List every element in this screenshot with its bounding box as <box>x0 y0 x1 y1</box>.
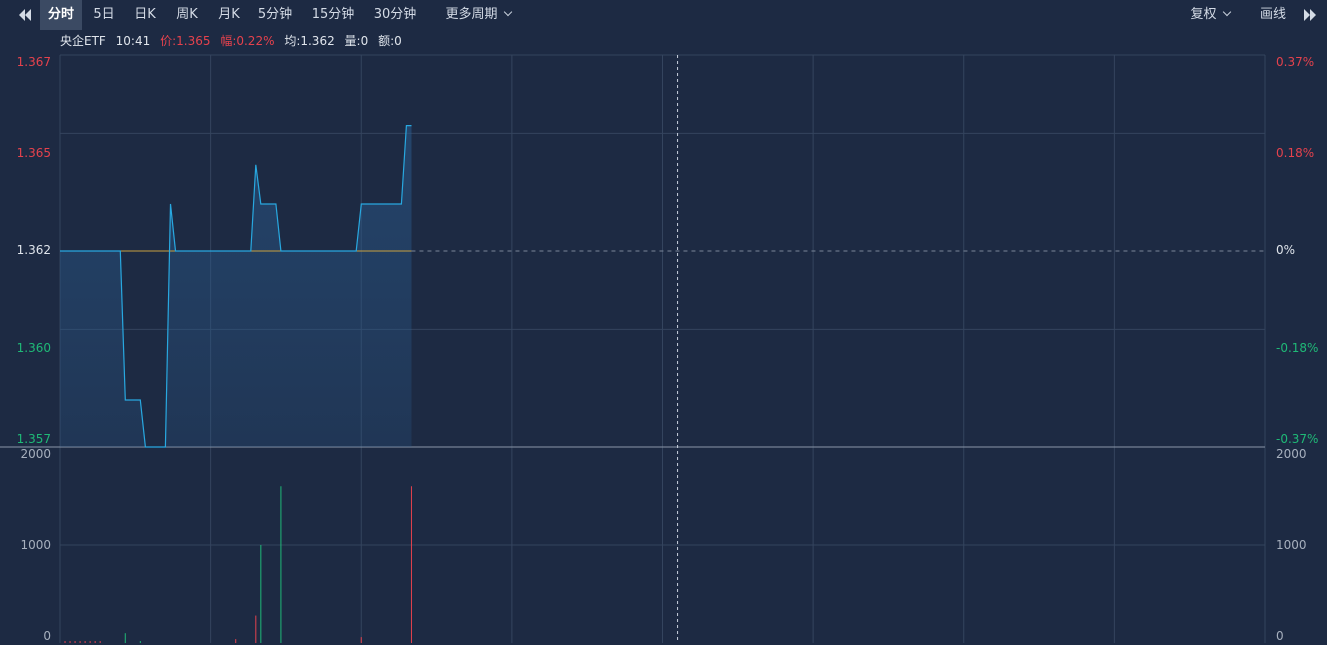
volume-bars <box>64 486 412 643</box>
price-area-fill <box>60 125 412 447</box>
intraday-chart[interactable] <box>0 0 1327 645</box>
